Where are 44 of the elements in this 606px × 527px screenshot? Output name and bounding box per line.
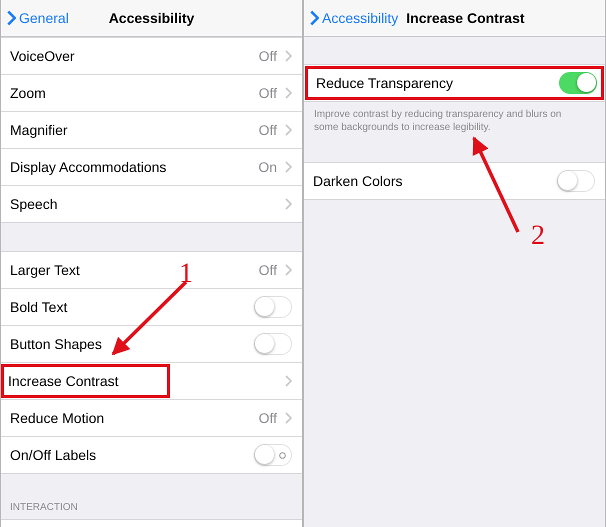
row-value: Off	[258, 122, 277, 138]
chevron-icon	[285, 161, 292, 173]
toggle-switch[interactable]	[254, 444, 292, 466]
toggle-switch[interactable]	[557, 170, 595, 192]
row-value: Off	[258, 48, 277, 64]
section-header: INTERACTION	[9, 502, 79, 515]
toggle-switch[interactable]	[254, 333, 292, 355]
row-value: Off	[258, 85, 277, 101]
row-label: Magnifier	[10, 122, 68, 138]
row-label: Display Accommodations	[10, 159, 166, 175]
row-label: Reduce Motion	[10, 410, 104, 426]
back-chevron-icon	[310, 10, 319, 26]
row-value: On	[258, 159, 277, 175]
chevron-icon	[285, 264, 292, 276]
row-label: Larger Text	[10, 262, 80, 278]
section-footer: Improve contrast by reducing transparency and blurs on some backgrounds to increase legibility.	[314, 108, 595, 134]
settings-row[interactable]: Increase Contrast	[1, 362, 302, 399]
row-label: Button Shapes	[10, 336, 102, 352]
chevron-icon	[285, 50, 292, 62]
row-label: Darken Colors	[313, 173, 402, 189]
row-label: Reduce Transparency	[316, 75, 453, 91]
row-label: VoiceOver	[10, 48, 75, 64]
chevron-icon	[285, 412, 292, 424]
toggle-switch[interactable]	[254, 296, 292, 318]
row-value: Off	[258, 262, 277, 278]
annotation-number: 1	[179, 258, 193, 290]
chevron-icon	[285, 87, 292, 99]
chevron-icon	[285, 375, 292, 387]
row-label: Bold Text	[10, 299, 68, 315]
back-chevron-icon	[7, 10, 16, 26]
back-button[interactable]: General	[1, 10, 69, 26]
chevron-icon	[285, 124, 292, 136]
row-value: Off	[258, 410, 277, 426]
row-label: Zoom	[10, 85, 46, 101]
back-button[interactable]: Accessibility	[304, 10, 398, 26]
annotation-number: 2	[531, 220, 545, 252]
row-label: On/Off Labels	[10, 447, 96, 463]
toggle-switch[interactable]	[559, 72, 597, 94]
chevron-icon	[285, 198, 292, 210]
highlighted-row-label: Increase Contrast	[4, 367, 166, 395]
screen-title: Accessibility	[108, 10, 194, 26]
screen-title: Increase Contrast	[406, 10, 525, 26]
highlighted-settings-row[interactable]: Reduce Transparency	[304, 65, 605, 101]
row-label: Speech	[10, 196, 58, 212]
